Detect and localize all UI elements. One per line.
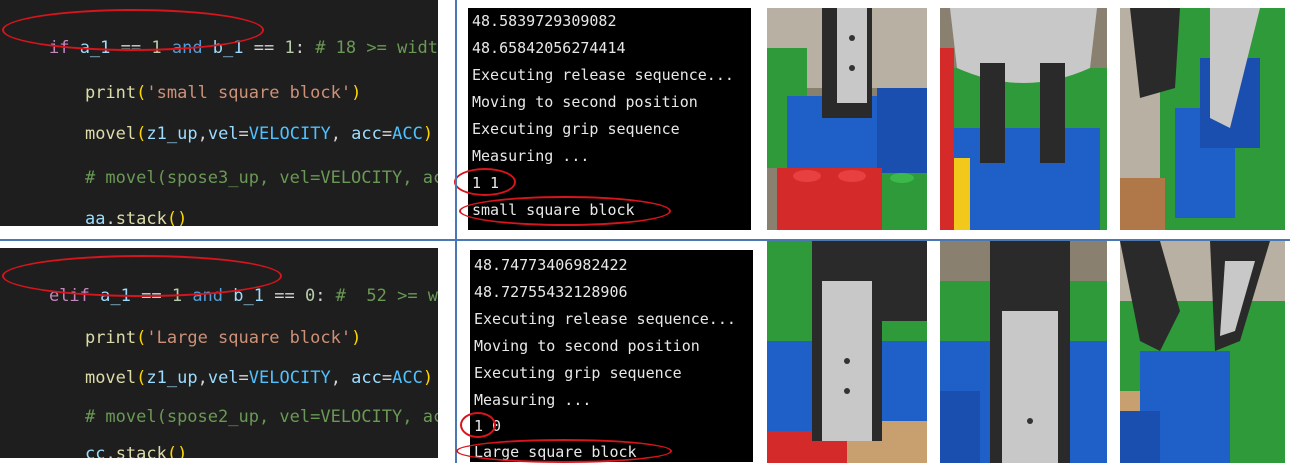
- code-line: cc.stack(): [84, 444, 188, 458]
- gripper-photo: [940, 8, 1107, 230]
- terminal-line: Executing release sequence...: [472, 66, 734, 84]
- terminal-line: Measuring ...: [474, 391, 592, 409]
- terminal-line: 48.5839729309082: [472, 12, 617, 30]
- highlight-ellipse: [2, 255, 282, 297]
- highlight-ellipse: [2, 9, 264, 51]
- highlight-ellipse: [456, 439, 672, 463]
- terminal-line: 48.72755432128906: [474, 283, 628, 301]
- highlight-ellipse: [454, 168, 516, 196]
- terminal-line: 48.65842056274414: [472, 39, 626, 57]
- highlight-ellipse: [460, 412, 496, 438]
- terminal-line: Executing grip sequence: [472, 120, 680, 138]
- bottom-terminal-panel: 48.74773406982422 48.72755432128906 Exec…: [470, 250, 753, 462]
- gripper-photo: [940, 241, 1107, 463]
- gripper-photo: [767, 241, 927, 463]
- column-divider: [455, 0, 457, 463]
- terminal-line: Executing grip sequence: [474, 364, 682, 382]
- highlight-ellipse: [459, 196, 671, 226]
- gripper-photo: [1120, 241, 1285, 463]
- gripper-photo: [767, 8, 927, 230]
- terminal-line: 48.74773406982422: [474, 256, 628, 274]
- terminal-line: Measuring ...: [472, 147, 590, 165]
- gripper-photo: [1120, 8, 1285, 230]
- terminal-line: Moving to second position: [474, 337, 700, 355]
- code-line: aa.stack(): [84, 209, 188, 226]
- terminal-line: Executing release sequence...: [474, 310, 736, 328]
- terminal-line: Moving to second position: [472, 93, 698, 111]
